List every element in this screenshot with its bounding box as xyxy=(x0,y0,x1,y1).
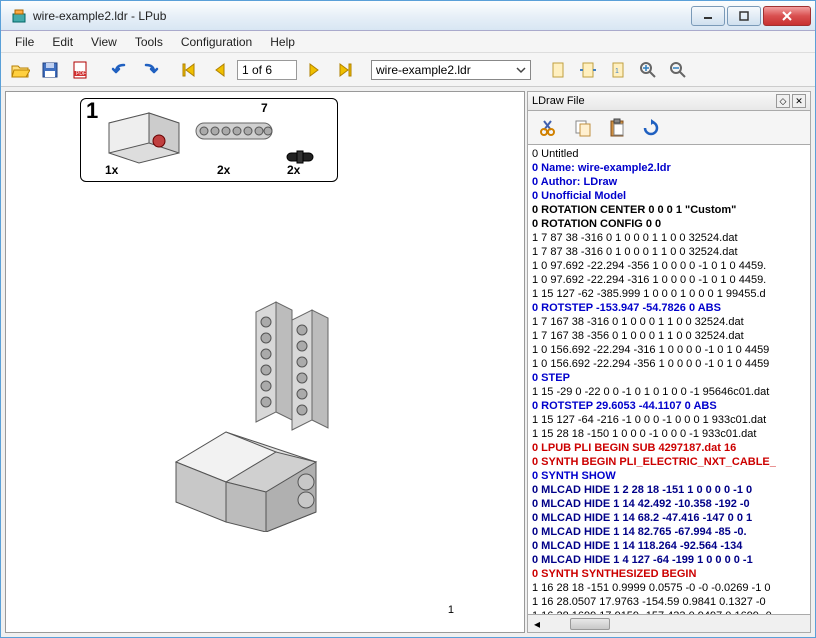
cut-icon[interactable] xyxy=(536,115,562,141)
ldraw-line[interactable]: 1 16 28.0507 17.9763 -154.59 0.9841 0.13… xyxy=(532,595,806,609)
window-title: wire-example2.ldr - LPub xyxy=(33,9,689,23)
zoom-in-icon[interactable] xyxy=(635,57,661,83)
dock-close-button[interactable]: ✕ xyxy=(792,94,806,108)
ldraw-text-content[interactable]: 0 Untitled0 Name: wire-example2.ldr0 Aut… xyxy=(527,145,811,615)
page-view[interactable]: 1 1x 7 xyxy=(5,91,525,633)
ldraw-line[interactable]: 1 0 97.692 -22.294 -316 1 0 0 0 0 -1 0 1… xyxy=(532,273,806,287)
menu-view[interactable]: View xyxy=(83,33,125,51)
ldraw-line[interactable]: 1 0 156.692 -22.294 -316 1 0 0 0 0 -1 0 … xyxy=(532,343,806,357)
ldraw-line[interactable]: 1 7 167 38 -316 0 1 0 0 0 1 1 0 0 32524.… xyxy=(532,315,806,329)
dock-toolbar xyxy=(527,111,811,145)
ldraw-line[interactable]: 1 7 167 38 -356 0 1 0 0 0 1 1 0 0 32524.… xyxy=(532,329,806,343)
dock-float-button[interactable]: ◇ xyxy=(776,94,790,108)
ldraw-line[interactable]: 0 ROTSTEP -153.947 -54.7826 0 ABS xyxy=(532,301,806,315)
page-number: 1 xyxy=(448,604,454,616)
ldraw-line[interactable]: 1 7 87 38 -316 0 1 0 0 0 1 1 0 0 32524.d… xyxy=(532,245,806,259)
ldraw-line[interactable]: 0 MLCAD HIDE 1 2 28 18 -151 1 0 0 0 0 -1… xyxy=(532,483,806,497)
ldraw-line[interactable]: 0 ROTATION CENTER 0 0 0 1 "Custom" xyxy=(532,203,806,217)
ldraw-line[interactable]: 0 Name: wire-example2.ldr xyxy=(532,161,806,175)
menu-edit[interactable]: Edit xyxy=(44,33,81,51)
ldraw-file-panel: LDraw File ◇ ✕ 0 Untitled0 Name: wire-ex… xyxy=(527,91,811,633)
undo-icon[interactable] xyxy=(107,57,133,83)
ldraw-line[interactable]: 0 MLCAD HIDE 1 14 68.2 -47.416 -147 0 0 … xyxy=(532,511,806,525)
copy-icon[interactable] xyxy=(570,115,596,141)
ldraw-line[interactable]: 1 15 127 -62 -385.999 1 0 0 0 1 0 0 0 1 … xyxy=(532,287,806,301)
model-select[interactable]: wire-example2.ldr xyxy=(371,60,531,80)
ldraw-line[interactable]: 0 MLCAD HIDE 1 14 42.492 -10.358 -192 -0 xyxy=(532,497,806,511)
ldraw-line[interactable]: 0 SYNTH SHOW xyxy=(532,469,806,483)
dock-titlebar: LDraw File ◇ ✕ xyxy=(527,91,811,111)
ldraw-line[interactable]: 0 Unofficial Model xyxy=(532,189,806,203)
svg-text:PDF: PDF xyxy=(76,71,86,77)
fit-width-icon[interactable] xyxy=(575,57,601,83)
fit-page-icon[interactable] xyxy=(545,57,571,83)
pli-part-motor xyxy=(99,103,189,167)
pli-count-3: 2x xyxy=(287,163,300,177)
prev-page-icon[interactable] xyxy=(207,57,233,83)
maximize-button[interactable] xyxy=(727,6,761,26)
ldraw-line[interactable]: 0 MLCAD HIDE 1 14 118.264 -92.564 -134 xyxy=(532,539,806,553)
model-select-value: wire-example2.ldr xyxy=(376,63,471,77)
ldraw-line[interactable]: 0 Untitled xyxy=(532,147,806,161)
ldraw-line[interactable]: 1 0 97.692 -22.294 -356 1 0 0 0 0 -1 0 1… xyxy=(532,259,806,273)
open-icon[interactable] xyxy=(7,57,33,83)
ldraw-line[interactable]: 1 16 28 18 -151 0.9999 0.0575 -0 -0 -0.0… xyxy=(532,581,806,595)
ldraw-line[interactable]: 1 0 156.692 -22.294 -356 1 0 0 0 0 -1 0 … xyxy=(532,357,806,371)
pli-box: 1x 7 2x xyxy=(80,98,338,182)
menu-help[interactable]: Help xyxy=(262,33,303,51)
last-page-icon[interactable] xyxy=(331,57,357,83)
zoom-out-icon[interactable] xyxy=(665,57,691,83)
next-page-icon[interactable] xyxy=(301,57,327,83)
ldraw-line[interactable]: 0 Author: LDraw xyxy=(532,175,806,189)
horizontal-scrollbar[interactable]: ◂ xyxy=(527,615,811,633)
ldraw-line[interactable]: 1 7 87 38 -316 0 1 0 0 0 1 1 0 0 32524.d… xyxy=(532,231,806,245)
close-button[interactable] xyxy=(763,6,811,26)
ldraw-line[interactable]: 0 ROTSTEP 29.6053 -44.1107 0 ABS xyxy=(532,399,806,413)
ldraw-line[interactable]: 0 STEP xyxy=(532,371,806,385)
ldraw-line[interactable]: 0 MLCAD HIDE 1 4 127 -64 -199 1 0 0 0 0 … xyxy=(532,553,806,567)
page-input[interactable] xyxy=(237,60,297,80)
first-page-icon[interactable] xyxy=(177,57,203,83)
menu-file[interactable]: File xyxy=(7,33,42,51)
main-toolbar: PDF wire-example2.ldr 1 xyxy=(1,53,815,87)
refresh-icon[interactable] xyxy=(638,115,664,141)
assembly-image xyxy=(156,292,376,532)
pli-count-1: 1x xyxy=(105,163,118,177)
export-pdf-icon[interactable]: PDF xyxy=(67,57,93,83)
ldraw-line[interactable]: 0 SYNTH BEGIN PLI_ELECTRIC_NXT_CABLE_ xyxy=(532,455,806,469)
pli-part-liftarm xyxy=(193,117,275,145)
titlebar: wire-example2.ldr - LPub xyxy=(1,1,815,31)
chevron-down-icon xyxy=(516,65,526,75)
pli-count-2: 2x xyxy=(217,163,230,177)
menubar: File Edit View Tools Configuration Help xyxy=(1,31,815,53)
app-icon xyxy=(11,8,27,24)
actual-size-icon[interactable]: 1 xyxy=(605,57,631,83)
ldraw-line[interactable]: 1 15 -29 0 -22 0 0 -1 0 1 0 1 0 0 -1 956… xyxy=(532,385,806,399)
ldraw-line[interactable]: 0 MLCAD HIDE 1 14 82.765 -67.994 -85 -0. xyxy=(532,525,806,539)
ldraw-line[interactable]: 1 15 28 18 -150 1 0 0 0 -1 0 0 0 -1 933c… xyxy=(532,427,806,441)
dock-title-text: LDraw File xyxy=(532,95,585,107)
redo-icon[interactable] xyxy=(137,57,163,83)
paste-icon[interactable] xyxy=(604,115,630,141)
pli-length-label: 7 xyxy=(261,101,268,115)
ldraw-line[interactable]: 0 LPUB PLI BEGIN SUB 4297187.dat 16 xyxy=(532,441,806,455)
ldraw-line[interactable]: 1 15 127 -64 -216 -1 0 0 0 -1 0 0 0 1 93… xyxy=(532,413,806,427)
ldraw-line[interactable]: 0 ROTATION CONFIG 0 0 xyxy=(532,217,806,231)
svg-text:1: 1 xyxy=(615,68,619,75)
ldraw-line[interactable]: 0 SYNTH SYNTHESIZED BEGIN xyxy=(532,567,806,581)
page: 1 1x 7 xyxy=(6,92,466,622)
menu-tools[interactable]: Tools xyxy=(127,33,171,51)
menu-configuration[interactable]: Configuration xyxy=(173,33,260,51)
save-icon[interactable] xyxy=(37,57,63,83)
minimize-button[interactable] xyxy=(691,6,725,26)
